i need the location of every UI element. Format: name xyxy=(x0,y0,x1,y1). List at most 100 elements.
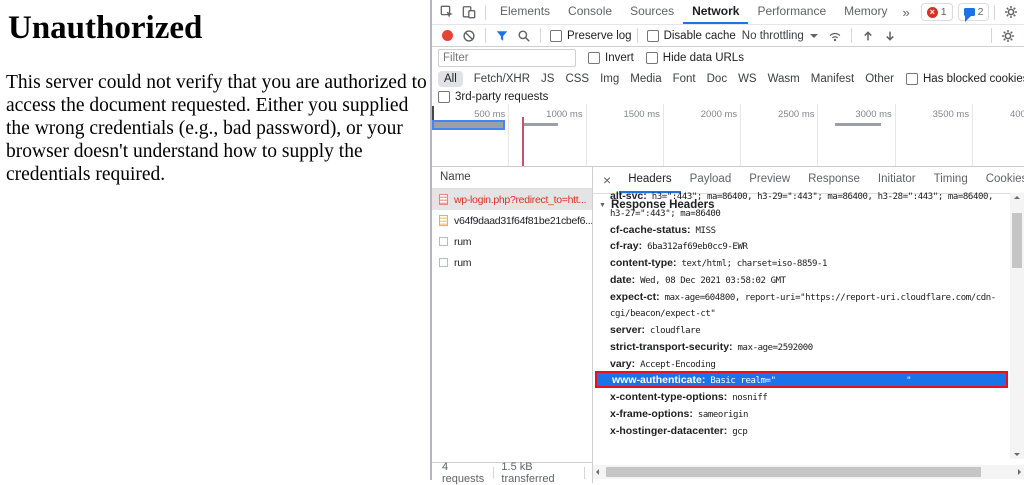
third-party-checkbox[interactable]: 3rd-party requests xyxy=(438,91,548,103)
resource-type-chip[interactable]: JS xyxy=(541,71,554,87)
header-name: strict-transport-security: xyxy=(610,341,733,353)
devtools-tab[interactable]: Network xyxy=(683,0,748,24)
clear-icon[interactable] xyxy=(458,26,480,46)
resource-type-chip[interactable]: Media xyxy=(630,71,661,87)
devtools-tab[interactable]: Performance xyxy=(748,0,835,24)
page-title: Unauthorized xyxy=(8,10,430,47)
scroll-up-icon[interactable] xyxy=(1014,196,1020,199)
vertical-scrollbar[interactable] xyxy=(1010,193,1024,459)
response-header-line: date:Wed, 08 Dec 2021 03:58:02 GMT xyxy=(610,271,1008,288)
network-conditions-icon[interactable] xyxy=(824,26,846,46)
timeline-tick: 1000 ms xyxy=(509,104,586,166)
filter-input[interactable] xyxy=(438,49,576,67)
header-value: text/html; charset=iso-8859-1 xyxy=(682,259,828,269)
network-toolbar: Preserve log Disable cache No throttling xyxy=(432,25,1024,47)
preserve-log-checkbox[interactable]: Preserve log xyxy=(550,30,632,42)
resource-type-chip[interactable]: CSS xyxy=(565,71,589,87)
resource-type-chip[interactable]: Manifest xyxy=(811,71,854,87)
network-overview[interactable]: 500 ms1000 ms1500 ms2000 ms2500 ms3000 m… xyxy=(432,104,1024,167)
divider xyxy=(994,5,995,20)
close-details-icon[interactable]: × xyxy=(595,172,619,188)
scroll-down-icon[interactable] xyxy=(1014,453,1020,456)
invert-checkbox[interactable]: Invert xyxy=(588,52,634,64)
network-settings-gear-icon[interactable] xyxy=(997,26,1019,46)
header-value: gcp xyxy=(732,427,747,437)
table-row[interactable]: v64f9daad31f64f81be21cbef6... xyxy=(432,210,592,231)
resource-type-chip[interactable]: WS xyxy=(738,71,757,87)
resource-type-chip[interactable]: Other xyxy=(865,71,894,87)
table-row[interactable]: wp-login.php?redirect_to=htt... xyxy=(432,189,592,210)
filter-funnel-icon[interactable] xyxy=(491,26,513,46)
timeline-tick: 2500 ms xyxy=(741,104,818,166)
divider xyxy=(991,28,992,43)
gear-icon[interactable] xyxy=(1000,2,1022,22)
overview-left-handle[interactable] xyxy=(432,106,434,120)
disclosure-triangle-icon: ▼ xyxy=(599,202,606,209)
checkbox-icon xyxy=(438,91,450,103)
resource-type-chip[interactable]: Fetch/XHR xyxy=(474,71,530,87)
scroll-right-icon[interactable] xyxy=(1018,469,1021,475)
devtools-tab[interactable]: Sources xyxy=(621,0,683,24)
import-har-icon[interactable] xyxy=(857,26,879,46)
response-headers-list: alt-svc: h3=":443"; ma=86400, h3-29=":443… xyxy=(610,187,1008,439)
header-name: vary: xyxy=(610,358,635,370)
header-value: h3-27=":443"; ma=86400 xyxy=(610,209,720,219)
resource-type-row: All Fetch/XHR JS CSS Img Media Font Doc WS Wasm Ma… xyxy=(432,68,1024,90)
divider xyxy=(851,28,852,43)
response-header-line: expect-ct:max-age=604800, report-uri="ht… xyxy=(610,288,1008,305)
table-row[interactable]: rum xyxy=(432,231,592,252)
header-value: Basic realm=" " xyxy=(710,376,911,386)
resource-type-chip[interactable]: All xyxy=(438,71,463,87)
header-name: x-hostinger-datacenter: xyxy=(610,425,727,437)
scrollbar-thumb[interactable] xyxy=(1012,213,1022,268)
has-blocked-cookies-checkbox[interactable]: Has blocked cookies xyxy=(906,73,1024,85)
resource-type-chip[interactable]: Img xyxy=(600,71,619,87)
overview-bar-segment xyxy=(524,123,558,126)
inspect-icon[interactable] xyxy=(436,2,458,22)
divider xyxy=(485,5,486,20)
header-value: MISS xyxy=(696,226,716,236)
checkbox-icon xyxy=(647,30,659,42)
response-header-line: x-content-type-options: nosniff xyxy=(610,388,1008,405)
header-name: cf-cache-status: xyxy=(610,224,691,236)
header-name: alt-svc: xyxy=(610,190,647,202)
device-toolbar-icon[interactable] xyxy=(458,2,480,22)
checkbox-icon xyxy=(550,30,562,42)
resource-type-chip[interactable]: Doc xyxy=(707,71,727,87)
checkbox-icon xyxy=(906,73,918,85)
response-header-line: strict-transport-security:max-age=259200… xyxy=(610,338,1008,355)
resource-type-chip[interactable]: Font xyxy=(673,71,696,87)
scroll-left-icon[interactable] xyxy=(596,469,599,475)
name-column-header[interactable]: Name xyxy=(432,167,592,189)
header-name: www-authenticate: xyxy=(612,374,705,386)
third-party-row: 3rd-party requests xyxy=(432,90,1024,104)
timeline-grid: 500 ms1000 ms1500 ms2000 ms2500 ms3000 m… xyxy=(432,104,1024,166)
header-name: content-type: xyxy=(610,257,677,269)
response-header-line: server:cloudflare xyxy=(610,321,1008,338)
response-header-line: www-authenticate: Basic realm=" " xyxy=(595,371,1008,388)
export-har-icon[interactable] xyxy=(879,26,901,46)
scrollbar-thumb[interactable] xyxy=(606,467,981,477)
header-value: nosniff xyxy=(732,393,767,403)
devtools-tabbar: ElementsConsoleSourcesNetworkPerformance… xyxy=(432,0,1024,25)
error-badge[interactable]: × 1 xyxy=(921,3,953,21)
header-value: h3=":443"; ma=86400, h3-29=":443"; ma=86… xyxy=(652,192,993,202)
devtools-tab[interactable]: Console xyxy=(559,0,621,24)
search-icon[interactable] xyxy=(513,26,535,46)
disable-cache-checkbox[interactable]: Disable cache xyxy=(647,30,736,42)
resource-type-chip[interactable]: Wasm xyxy=(768,71,800,87)
record-icon[interactable] xyxy=(442,30,453,41)
devtools-tab[interactable]: Elements xyxy=(491,0,559,24)
throttling-select[interactable]: No throttling xyxy=(742,30,818,42)
table-row[interactable]: rum xyxy=(432,252,592,273)
header-name: x-content-type-options: xyxy=(610,391,727,403)
header-value: Wed, 08 Dec 2021 03:58:02 GMT xyxy=(640,276,786,286)
devtools-tab[interactable]: Memory xyxy=(835,0,896,24)
hide-data-urls-checkbox[interactable]: Hide data URLs xyxy=(646,52,744,64)
more-tabs-icon[interactable]: » xyxy=(896,5,915,20)
timeline-tick: 500 ms xyxy=(432,104,509,166)
horizontal-scrollbar[interactable] xyxy=(593,465,1024,479)
header-value: max-age=604800, report-uri="https://repo… xyxy=(665,293,996,303)
response-header-line: alt-svc: h3=":443"; ma=86400, h3-29=":443… xyxy=(610,187,1008,204)
issues-badge[interactable]: 2 xyxy=(958,3,990,21)
